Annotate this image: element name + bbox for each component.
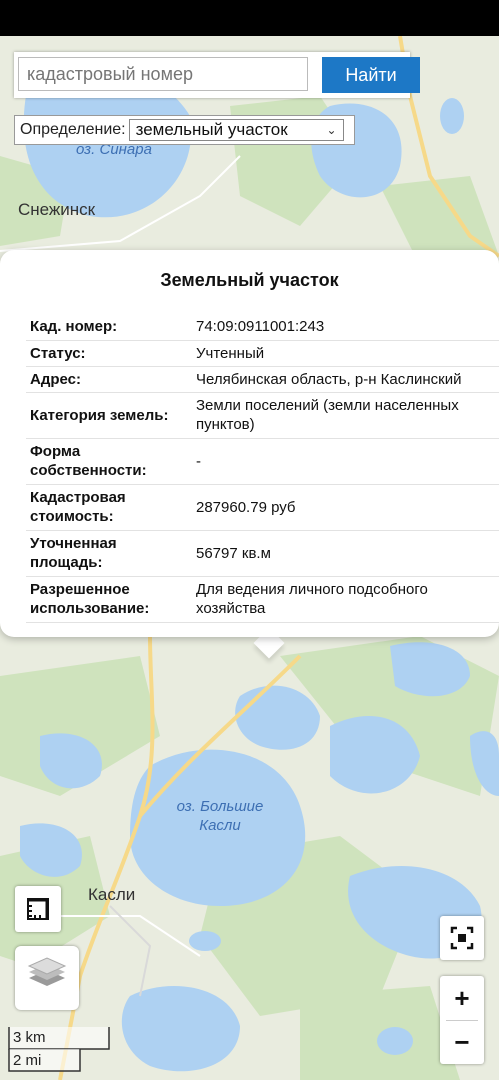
table-row: Категория земель: Земли поселений (земли…: [26, 392, 499, 439]
fullscreen-icon: [450, 926, 474, 950]
search-panel: Найти: [14, 52, 420, 98]
row-value: 56797 кв.м: [192, 530, 499, 577]
lake-bolshie-kasli-line1: оз. Большие: [176, 798, 264, 815]
parcel-info-table: Кад. номер: 74:09:0911001:243 Статус: Уч…: [26, 314, 499, 623]
ruler-button[interactable]: [15, 886, 61, 932]
zoom-control: + −: [440, 976, 484, 1064]
city-kasli-label: Касли: [88, 885, 136, 904]
row-key: Кадастровая стоимость:: [26, 484, 192, 531]
chevron-down-icon: ⌄: [326, 123, 337, 137]
row-key: Кад. номер:: [26, 314, 192, 341]
row-value: -: [192, 438, 499, 485]
scale-mi-label: 2 mi: [13, 1052, 42, 1069]
lake-bolshie-kasli-line2: Касли: [199, 817, 241, 834]
definition-selected-value: земельный участок: [135, 120, 288, 139]
cadastral-number-input[interactable]: [18, 57, 308, 91]
city-snezhinsk-label: Снежинск: [18, 200, 96, 219]
scale-km-label: 3 km: [13, 1029, 46, 1046]
table-row: Адрес: Челябинская область, р-н Каслинск…: [26, 366, 499, 393]
row-value: Челябинская область, р-н Каслинский: [192, 366, 499, 393]
zoom-in-button[interactable]: +: [440, 976, 484, 1020]
table-row: Кад. номер: 74:09:0911001:243: [26, 314, 499, 341]
scale-bar: 3 km 2 mi: [8, 1027, 110, 1073]
row-value: Учтенный: [192, 340, 499, 367]
fullscreen-button[interactable]: [440, 916, 484, 960]
zoom-out-button[interactable]: −: [440, 1020, 484, 1064]
row-key: Адрес:: [26, 366, 192, 393]
row-value: 74:09:0911001:243: [192, 314, 499, 341]
definition-panel: Определение: земельный участок ⌄: [14, 115, 355, 145]
row-value: Земли поселений (земли населенных пункто…: [192, 392, 499, 439]
row-value: 287960.79 руб: [192, 484, 499, 531]
table-row: Кадастровая стоимость: 287960.79 руб: [26, 484, 499, 531]
table-row: Уточненная площадь: 56797 кв.м: [26, 530, 499, 577]
row-key: Форма собственности:: [26, 438, 192, 485]
row-key: Статус:: [26, 340, 192, 367]
layers-button[interactable]: [15, 946, 79, 1010]
table-row: Статус: Учтенный: [26, 340, 499, 367]
status-bar: [0, 0, 499, 36]
parcel-info-popup: Земельный участок Кад. номер: 74:09:0911…: [0, 250, 499, 637]
lake-bolshie-kasli-label: оз. Большие Касли: [170, 797, 270, 835]
row-key: Разрешенное использование:: [26, 576, 192, 623]
row-key: Уточненная площадь:: [26, 530, 192, 577]
table-row: Форма собственности: -: [26, 438, 499, 485]
definition-select[interactable]: земельный участок ⌄: [128, 119, 344, 141]
popup-title: Земельный участок: [160, 270, 339, 290]
ruler-icon: [27, 898, 49, 920]
layers-icon: [27, 957, 67, 986]
find-button[interactable]: Найти: [322, 57, 420, 93]
table-row: Разрешенное использование: Для ведения л…: [26, 576, 499, 623]
definition-label: Определение:: [20, 121, 126, 138]
row-value: Для ведения личного подсобного хозяйства: [192, 576, 499, 623]
row-key: Категория земель:: [26, 392, 192, 439]
